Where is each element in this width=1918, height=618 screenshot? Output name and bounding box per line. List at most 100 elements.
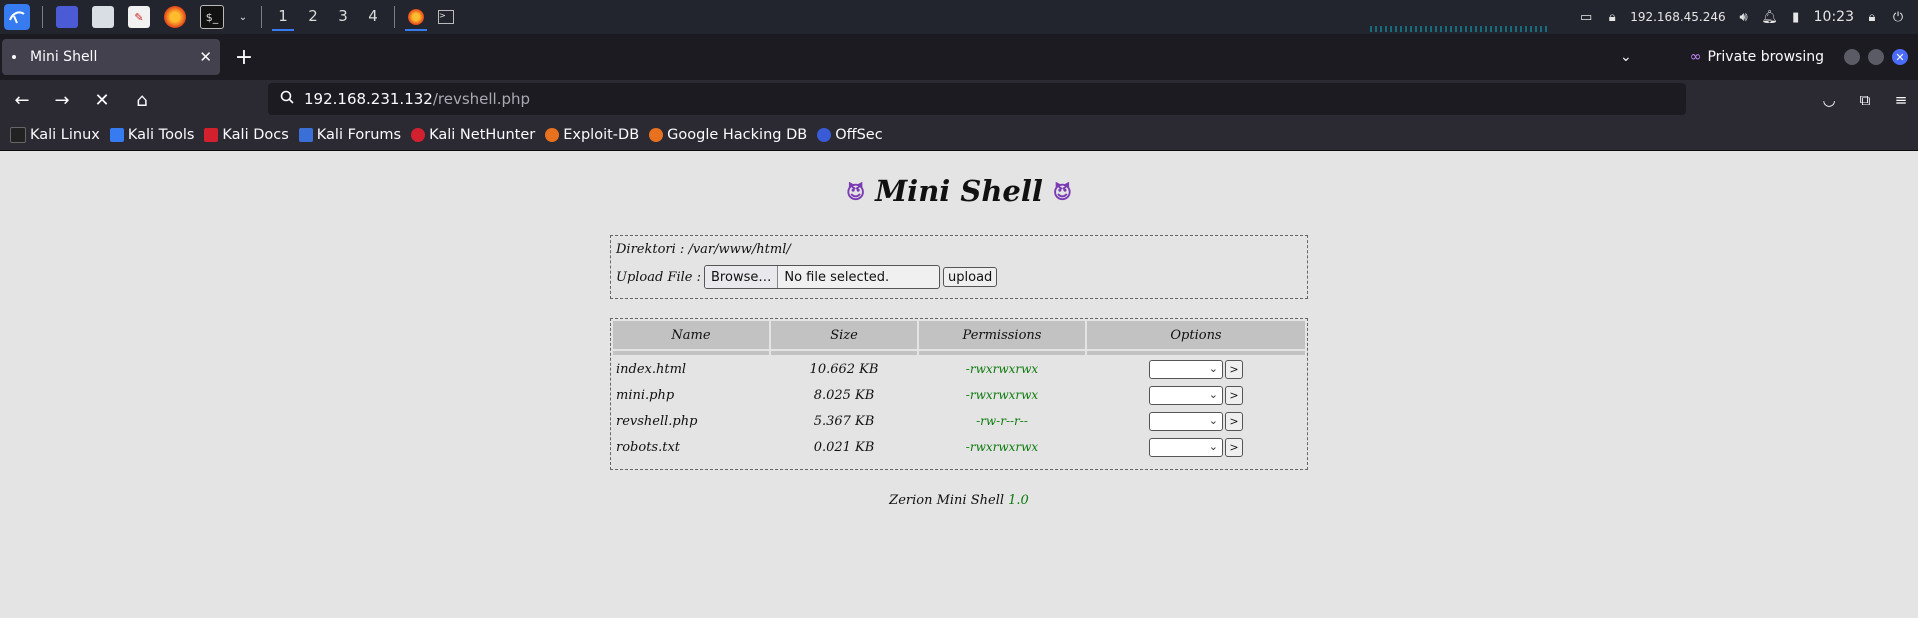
home-icon[interactable]: ⌂	[124, 84, 160, 116]
firefox-window-button[interactable]	[401, 0, 431, 34]
bookmark-label: Google Hacking DB	[667, 127, 808, 143]
column-header-size[interactable]: Size	[771, 321, 917, 349]
workspace-4[interactable]: 4	[358, 0, 388, 34]
column-header-options[interactable]: Options	[1087, 321, 1305, 349]
bookmark-kali-nethunter[interactable]: Kali NetHunter	[411, 127, 535, 143]
page-title: 😈︎ Mini Shell 😈︎	[0, 174, 1918, 208]
bookmark-label: Exploit-DB	[563, 127, 640, 143]
file-manager-icon[interactable]	[92, 6, 114, 28]
directory-label: Direktori :	[616, 242, 689, 257]
web-page-content: 😈︎ Mini Shell 😈︎ Direktori : /var/www/ht…	[0, 151, 1918, 618]
chevron-down-icon[interactable]: ⌄	[238, 6, 248, 28]
private-mask-icon: ∞	[1689, 49, 1702, 65]
loading-dot-icon	[12, 55, 16, 59]
chevron-down-icon: ⌄	[1208, 413, 1218, 427]
table-row: revshell.php 5.367 KB -rw-r--r-- ⌄ >	[613, 409, 1305, 433]
screen-icon[interactable]: ▭	[1578, 9, 1594, 25]
power-icon[interactable]: ⏻	[1890, 9, 1906, 25]
file-size: 8.025 KB	[813, 387, 875, 403]
tab-title: Mini Shell	[30, 49, 98, 65]
upload-panel: Direktori : /var/www/html/ Upload File :…	[610, 235, 1308, 299]
close-tab-icon[interactable]: ✕	[199, 48, 212, 66]
stop-loading-icon[interactable]: ✕	[84, 84, 120, 116]
search-icon	[280, 90, 294, 108]
maximize-window-button[interactable]	[1868, 49, 1884, 65]
bookmark-label: Kali Linux	[30, 127, 100, 143]
go-button[interactable]: >	[1225, 385, 1243, 405]
workspace-2[interactable]: 2	[298, 0, 328, 34]
file-input[interactable]: Browse… No file selected.	[704, 265, 941, 289]
options-select[interactable]: ⌄	[1149, 359, 1223, 379]
bookmark-offsec[interactable]: OffSec	[817, 127, 883, 143]
tab-mini-shell[interactable]: Mini Shell ✕	[2, 39, 220, 75]
bookmark-kali-tools[interactable]: Kali Tools	[109, 127, 194, 143]
table-row: robots.txt 0.021 KB -rwxrwxrwx ⌄ >	[613, 435, 1305, 459]
terminal-launcher-icon[interactable]: $_	[200, 5, 224, 29]
file-name-link[interactable]: robots.txt	[613, 435, 769, 459]
volume-icon[interactable]: 🔊︎	[1736, 9, 1752, 25]
network-lock-icon[interactable]: 🔒︎	[1604, 9, 1620, 25]
go-button[interactable]: >	[1225, 437, 1243, 457]
file-name-link[interactable]: mini.php	[613, 383, 769, 407]
bookmark-kali-linux[interactable]: Kali Linux	[10, 127, 100, 143]
extensions-puzzle-icon[interactable]: ⧉	[1856, 91, 1874, 109]
forward-arrow-icon[interactable]: →	[44, 84, 80, 116]
file-table-panel: Name Size Permissions Options index.html…	[610, 318, 1308, 470]
workspace-1[interactable]: 1	[268, 0, 298, 34]
options-select[interactable]: ⌄	[1149, 437, 1223, 457]
new-tab-button[interactable]: +	[226, 45, 262, 70]
file-table: Name Size Permissions Options index.html…	[611, 319, 1307, 461]
options-select[interactable]: ⌄	[1149, 411, 1223, 431]
url-host: 192.168.231.132	[304, 90, 433, 108]
file-size: 0.021 KB	[813, 439, 875, 455]
kali-menu-icon[interactable]	[4, 4, 30, 30]
column-header-permissions[interactable]: Permissions	[919, 321, 1085, 349]
notification-bell-icon[interactable]: 🔔︎	[1761, 9, 1778, 25]
kali-forums-icon	[298, 128, 313, 142]
minimize-window-button[interactable]	[1844, 49, 1860, 65]
directory-line: Direktori : /var/www/html/	[616, 242, 1302, 257]
clock[interactable]: 10:23	[1814, 9, 1854, 25]
go-button[interactable]: >	[1225, 411, 1243, 431]
browse-button[interactable]: Browse…	[705, 266, 779, 288]
bookmark-label: Kali NetHunter	[429, 127, 536, 143]
footer: Zerion Mini Shell 1.0	[0, 493, 1918, 508]
chevron-down-icon: ⌄	[1208, 387, 1218, 401]
firefox-launcher-icon[interactable]	[164, 6, 186, 28]
terminal-window-button[interactable]: >	[431, 0, 461, 34]
hamburger-menu-icon[interactable]: ≡	[1892, 91, 1910, 109]
list-all-tabs-chevron-icon[interactable]: ⌄	[1620, 49, 1632, 65]
options-select[interactable]: ⌄	[1149, 385, 1223, 405]
directory-path: /var/www/html/	[688, 242, 791, 257]
workspace-3[interactable]: 3	[328, 0, 358, 34]
upload-button[interactable]: upload	[943, 267, 998, 287]
pocket-icon[interactable]: ◡	[1820, 91, 1838, 109]
file-options: ⌄ >	[1087, 383, 1305, 407]
back-arrow-icon[interactable]: ←	[4, 84, 40, 116]
bookmark-label: OffSec	[835, 127, 883, 143]
go-button[interactable]: >	[1225, 359, 1243, 379]
bookmark-label: Kali Forums	[316, 127, 402, 143]
file-name-link[interactable]: revshell.php	[613, 409, 769, 433]
ip-address-label: 192.168.45.246	[1630, 10, 1726, 24]
bookmark-kali-forums[interactable]: Kali Forums	[298, 127, 402, 143]
footer-text: Zerion Mini Shell	[889, 493, 1009, 508]
show-desktop-icon[interactable]	[56, 6, 78, 28]
table-row: index.html 10.662 KB -rwxrwxrwx ⌄ >	[613, 357, 1305, 381]
table-spacer-row	[613, 351, 1305, 355]
devil-emoji-icon: 😈︎	[846, 182, 865, 204]
close-window-button[interactable]: ✕	[1892, 49, 1908, 65]
lock-screen-icon[interactable]: 🔒︎	[1864, 9, 1880, 25]
taskbar-separator	[42, 6, 43, 28]
bookmark-kali-docs[interactable]: Kali Docs	[204, 127, 289, 143]
bookmark-google-hacking-db[interactable]: Google Hacking DB	[649, 127, 807, 143]
column-header-name[interactable]: Name	[613, 321, 769, 349]
text-editor-icon[interactable]: ✎	[128, 6, 150, 28]
battery-icon[interactable]: ▮	[1788, 9, 1804, 25]
file-name-link[interactable]: index.html	[613, 357, 769, 381]
bookmark-exploit-db[interactable]: Exploit-DB	[545, 127, 639, 143]
chevron-down-icon: ⌄	[1208, 439, 1218, 453]
upload-label: Upload File :	[616, 269, 702, 285]
private-browsing-indicator: ∞ Private browsing	[1690, 49, 1824, 65]
url-bar[interactable]: 192.168.231.132/revshell.php	[268, 83, 1686, 115]
